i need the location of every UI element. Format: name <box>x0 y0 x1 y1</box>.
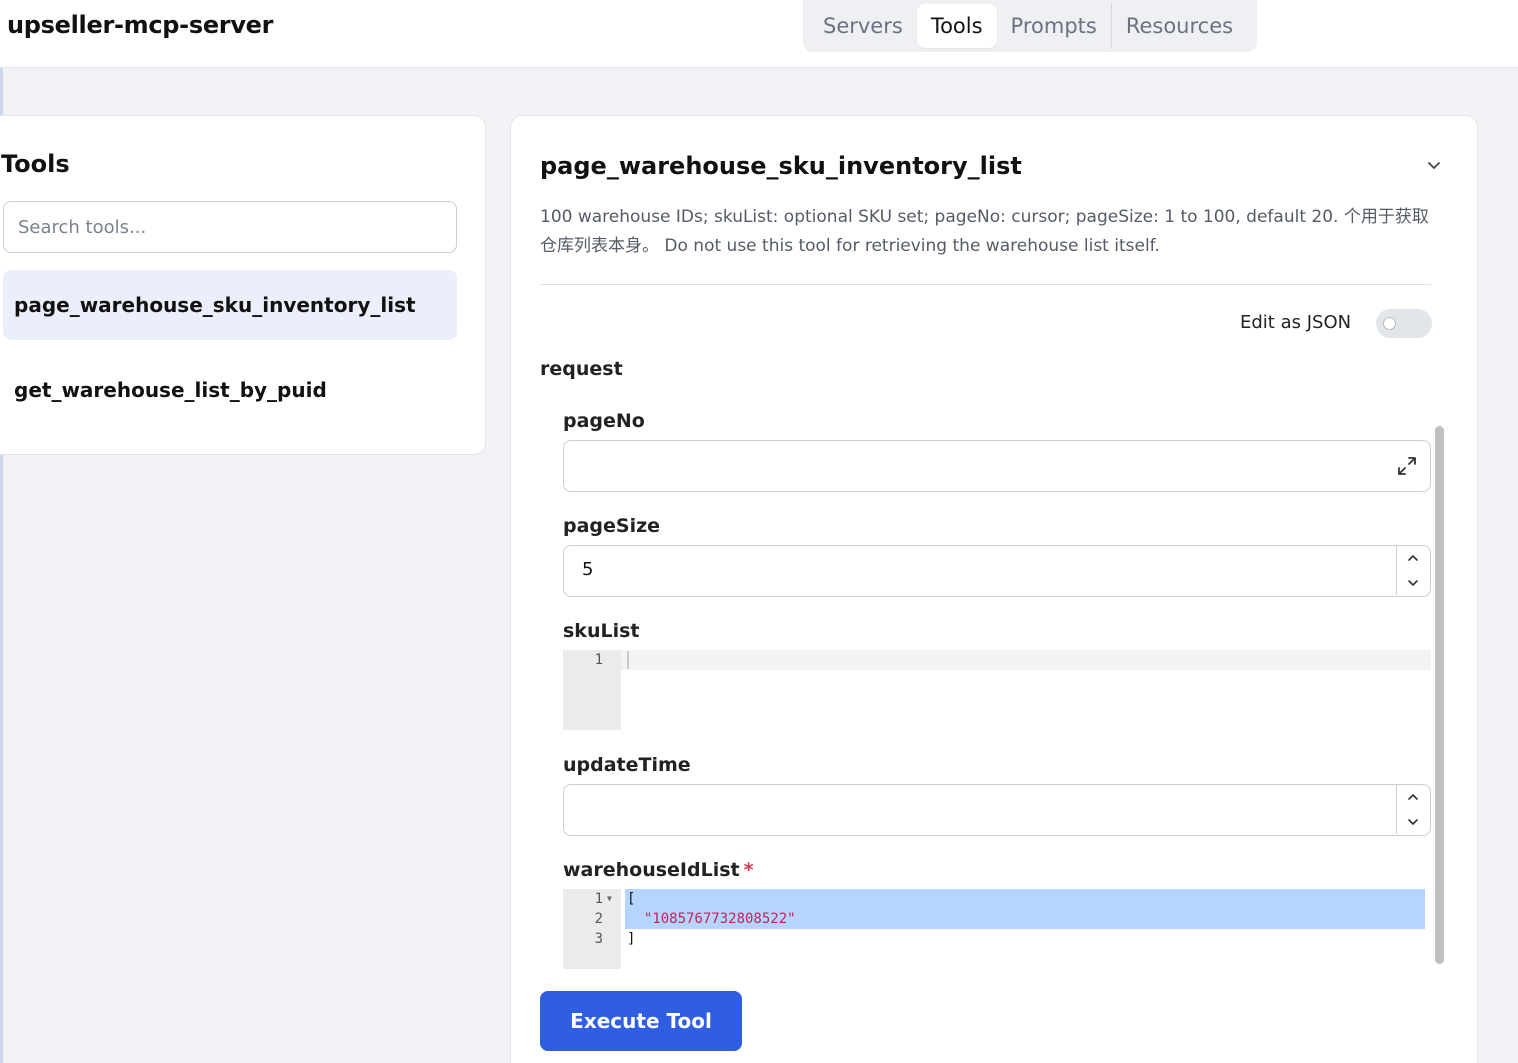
edit-as-json-label: Edit as JSON <box>1240 312 1352 333</box>
tool-item-get-warehouse-list-by-puid[interactable]: get_warehouse_list_by_puid <box>3 355 457 425</box>
tab-servers[interactable]: Servers <box>809 4 917 48</box>
tab-tools[interactable]: Tools <box>916 4 997 48</box>
line-number: 3 <box>594 931 603 947</box>
fold-triangle-icon[interactable]: ▼ <box>607 895 612 903</box>
line-number: 1 <box>594 891 603 907</box>
pageSize-label: pageSize <box>563 515 661 537</box>
code-text: "1085767732808522" <box>627 911 796 927</box>
chevron-down-icon[interactable] <box>1405 814 1421 830</box>
toggle-knob <box>1383 317 1396 330</box>
text-cursor <box>627 651 629 669</box>
code-line: 1 <box>563 650 1431 670</box>
tools-heading: Tools <box>1 150 70 178</box>
pageNo-input[interactable] <box>563 440 1431 492</box>
chevron-up-icon[interactable] <box>1405 550 1421 566</box>
tool-item-page-warehouse-sku-inventory-list[interactable]: page_warehouse_sku_inventory_list <box>3 270 457 340</box>
tool-description: 100 warehouse IDs; skuList: optional SKU… <box>540 207 1429 256</box>
expand-arrows-icon[interactable] <box>1396 455 1418 477</box>
code-text: ] <box>627 931 636 947</box>
code-text: [ <box>627 891 636 907</box>
updateTime-input[interactable] <box>563 784 1431 836</box>
tool-detail-panel: page_warehouse_sku_inventory_list 100 wa… <box>510 115 1478 1063</box>
code-line: 3 ] <box>563 929 1431 949</box>
pageSize-stepper[interactable] <box>1396 546 1430 595</box>
top-header: upseller-mcp-server Servers Tools Prompt… <box>0 0 1518 68</box>
pageSize-input[interactable]: 5 <box>563 545 1431 597</box>
execute-tool-button[interactable]: Execute Tool <box>540 991 742 1051</box>
chevron-down-icon[interactable] <box>1405 575 1421 591</box>
code-line: 2 "1085767732808522" <box>563 909 1431 929</box>
line-number: 2 <box>594 911 603 927</box>
warehouseIdList-label-text: warehouseIdList <box>563 859 740 881</box>
pageNo-label: pageNo <box>563 410 645 432</box>
tool-title: page_warehouse_sku_inventory_list <box>540 152 1022 180</box>
nav-tabs: Servers Tools Prompts Resources <box>803 0 1257 52</box>
divider <box>540 284 1431 285</box>
edit-as-json-toggle[interactable] <box>1376 309 1432 338</box>
pageSize-value: 5 <box>582 559 594 580</box>
tab-prompts[interactable]: Prompts <box>997 4 1111 48</box>
request-form: pageNo pageSize 5 skuList 1 updateTime w… <box>563 404 1433 979</box>
required-marker: * <box>743 859 754 881</box>
updateTime-stepper[interactable] <box>1396 785 1430 834</box>
tab-resources[interactable]: Resources <box>1112 4 1247 48</box>
line-number: 1 <box>594 652 603 668</box>
code-line: 1 ▼ [ <box>563 889 1431 909</box>
warehouseIdList-label: warehouseIdList * <box>563 859 754 881</box>
updateTime-label: updateTime <box>563 754 691 776</box>
request-label: request <box>540 358 623 380</box>
app-title: upseller-mcp-server <box>7 11 274 39</box>
warehouseIdList-editor[interactable]: 1 ▼ [ 2 "1085767732808522" 3 ] <box>563 889 1433 969</box>
search-tools-input[interactable] <box>3 201 457 253</box>
chevron-up-icon[interactable] <box>1405 789 1421 805</box>
skuList-editor[interactable]: 1 <box>563 650 1433 730</box>
form-scrollbar[interactable] <box>1435 426 1444 964</box>
skuList-label: skuList <box>563 620 640 642</box>
chevron-down-icon[interactable] <box>1423 154 1445 176</box>
tools-panel: Tools page_warehouse_sku_inventory_list … <box>0 115 486 455</box>
